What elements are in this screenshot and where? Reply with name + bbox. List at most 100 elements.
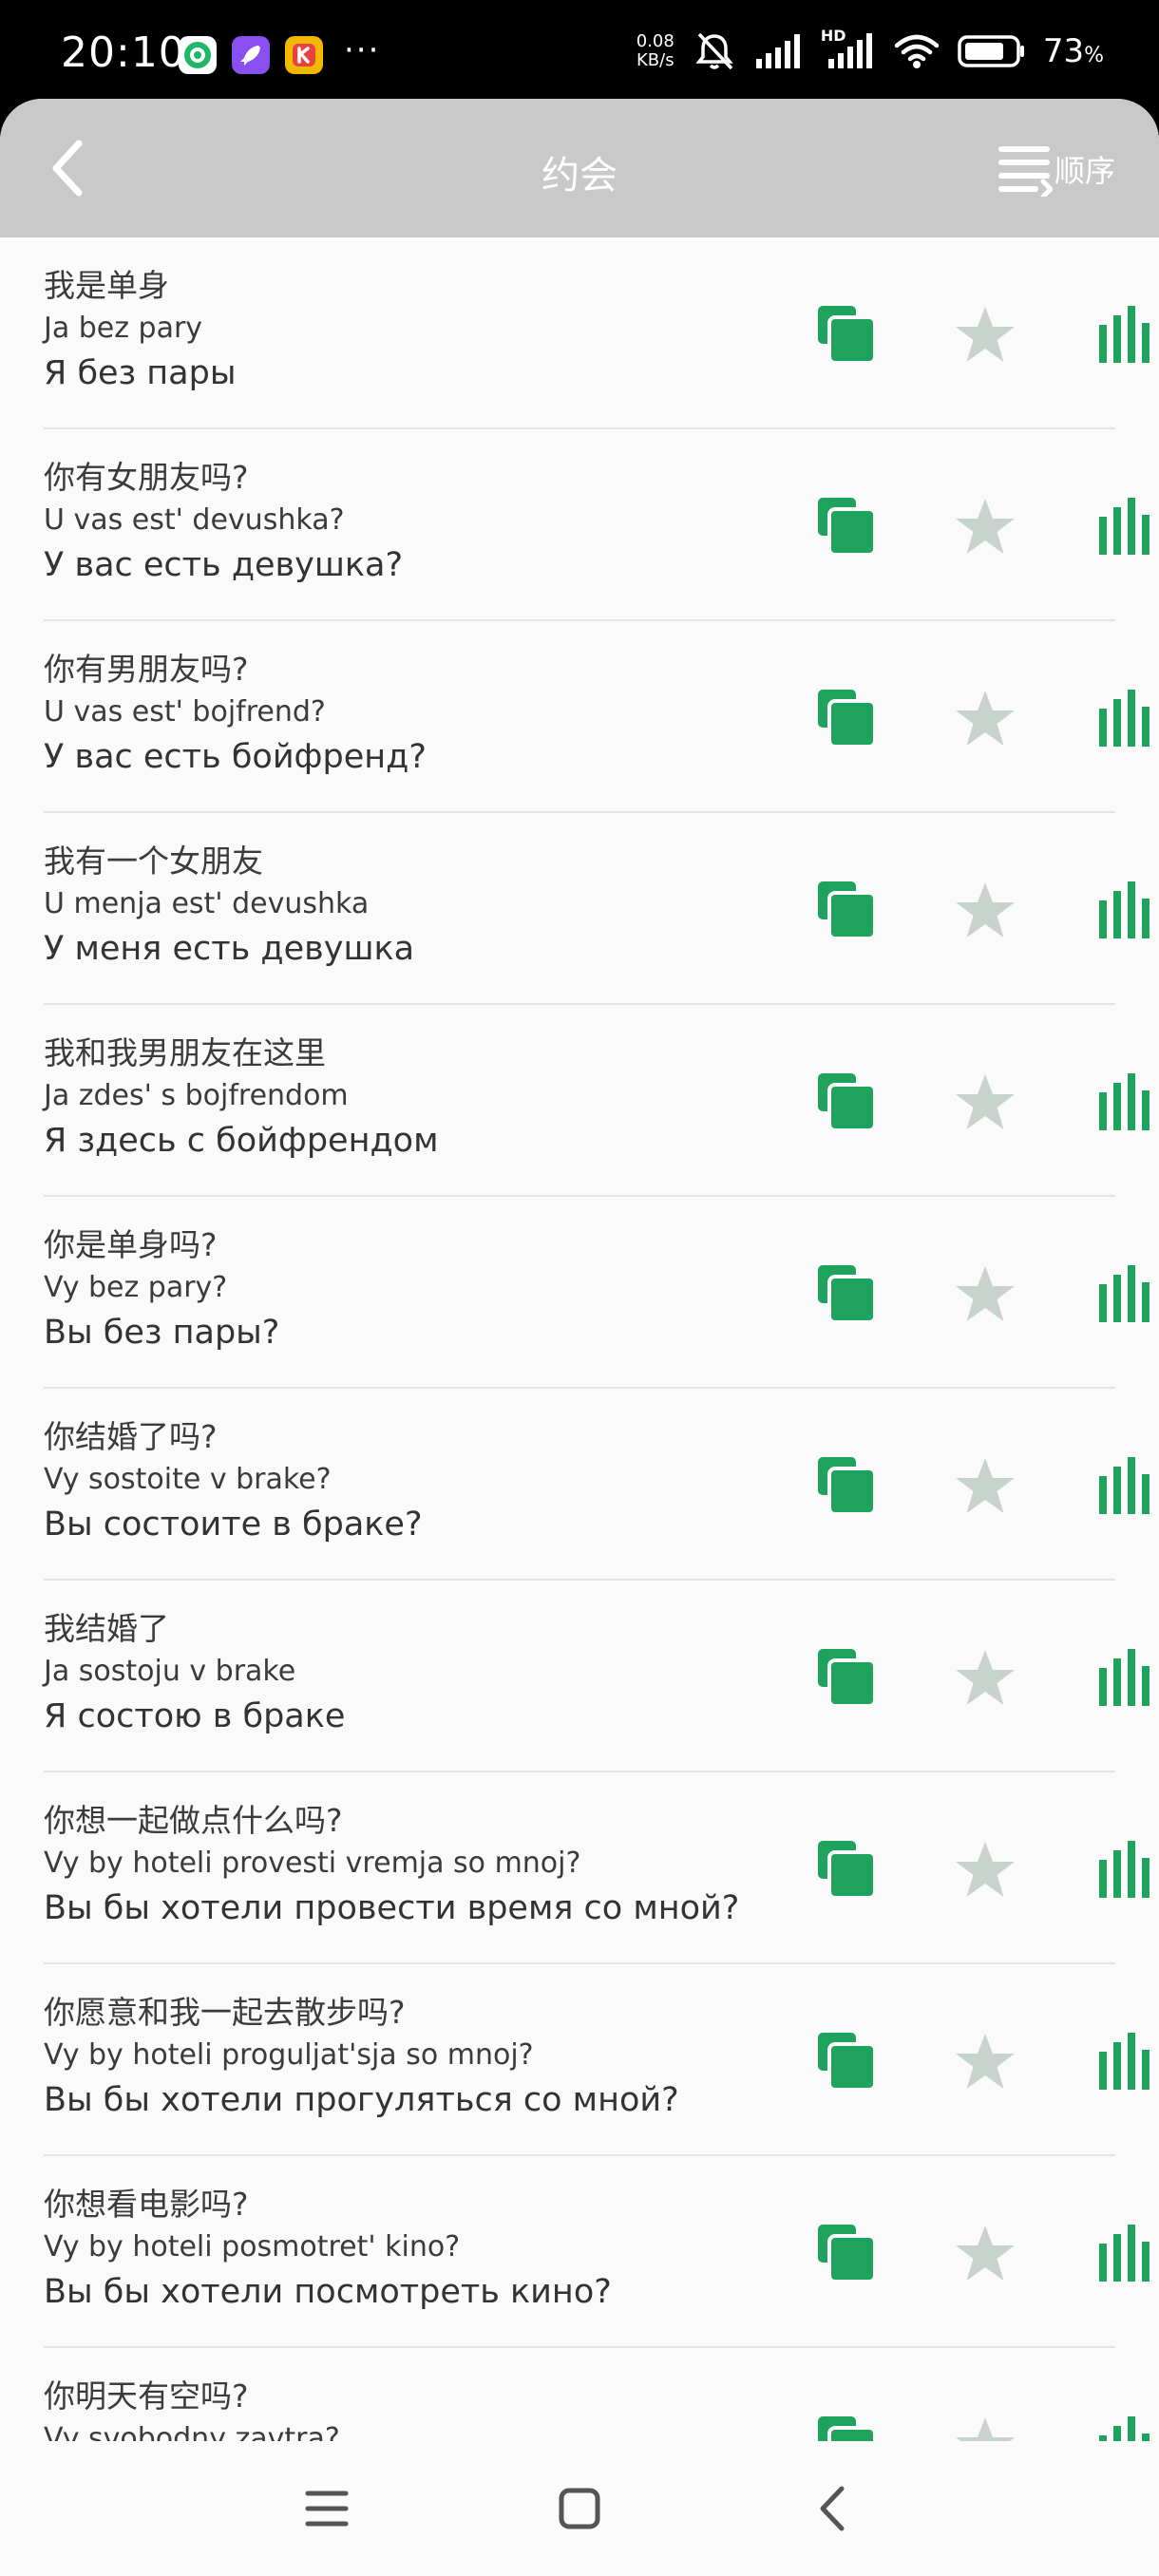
back-nav-button[interactable] — [794, 2475, 870, 2542]
phrase-row[interactable]: 我结婚了 Ja sostoju v brake Я состою в браке — [44, 1581, 1150, 1772]
phrase-transliteration: U menja est' devushka — [44, 887, 370, 920]
favorite-button[interactable] — [952, 1071, 1018, 1132]
mute-bell-icon — [695, 32, 733, 70]
back-chevron-icon — [820, 2486, 845, 2531]
copy-button[interactable] — [813, 2415, 880, 2441]
star-icon — [956, 1074, 1015, 1129]
phrase-text: 你有男朋友吗? U vas est' bojfrend? У вас есть бо… — [44, 648, 427, 781]
phrase-chinese: 你是单身吗? — [44, 1226, 218, 1263]
bar-chart-icon — [1099, 2225, 1150, 2282]
bar-chart-icon — [1099, 1649, 1150, 1706]
phrase-actions — [775, 2223, 1159, 2283]
favorite-button[interactable] — [952, 304, 1018, 365]
favorite-button[interactable] — [952, 1455, 1018, 1516]
phrase-text: 我和我男朋友在这里 Ja zdes' s bojfrendom Я здесь с … — [44, 1032, 438, 1165]
stats-button[interactable] — [1092, 1455, 1159, 1516]
stats-button[interactable] — [1092, 304, 1159, 365]
favorite-button[interactable] — [952, 2031, 1018, 2092]
app-header: 约会 顺序 — [0, 99, 1159, 237]
stats-button[interactable] — [1092, 688, 1159, 748]
phrase-row[interactable]: 我和我男朋友在这里 Ja zdes' s bojfrendom Я здесь с … — [44, 1005, 1150, 1197]
copy-button[interactable] — [813, 304, 880, 365]
home-nav-button[interactable] — [542, 2475, 618, 2542]
stats-button[interactable] — [1092, 496, 1159, 557]
stats-button[interactable] — [1092, 2415, 1159, 2441]
sort-order-button[interactable]: 顺序 — [998, 141, 1115, 198]
stats-button[interactable] — [1092, 1071, 1159, 1132]
stats-button[interactable] — [1092, 1263, 1159, 1324]
k-app-icon — [285, 36, 323, 74]
phrase-row[interactable]: 你明天有空吗? Vy svobodny zavtra? — [44, 2348, 1150, 2441]
favorite-button[interactable] — [952, 2415, 1018, 2441]
favorite-button[interactable] — [952, 1839, 1018, 1900]
phrase-row[interactable]: 我有一个女朋友 U menja est' devushka У меня есть … — [44, 813, 1150, 1005]
copy-icon — [818, 1457, 877, 1516]
sort-lines-icon — [998, 146, 1053, 197]
phrase-row[interactable]: 你有女朋友吗? U vas est' devushka? У вас есть де… — [44, 429, 1150, 621]
phrase-chinese: 你有男朋友吗? — [44, 651, 249, 688]
star-icon — [956, 1458, 1015, 1513]
phrase-actions — [775, 1647, 1159, 1708]
phrase-row[interactable]: 你结婚了吗? Vy sostoite v brake? Вы состоите в … — [44, 1389, 1150, 1581]
phrase-actions — [775, 1263, 1159, 1324]
bar-chart-icon — [1099, 690, 1150, 747]
status-right: 0.08 KB/s HD 73% — [636, 27, 1104, 72]
copy-button[interactable] — [813, 880, 880, 940]
phrase-row[interactable]: 你想一起做点什么吗? Vy by hoteli provesti vremja s… — [44, 1772, 1150, 1964]
favorite-button[interactable] — [952, 496, 1018, 557]
bar-chart-icon — [1099, 1457, 1150, 1514]
stats-button[interactable] — [1092, 880, 1159, 940]
phrase-transliteration: Vy by hoteli proguljat'sja so mnoj? — [44, 2038, 534, 2072]
phrase-text: 我是单身 Ja bez pary Я без пары — [44, 264, 236, 397]
phrase-row[interactable]: 你有男朋友吗? U vas est' bojfrend? У вас есть бо… — [44, 621, 1150, 813]
signal-1-icon — [755, 34, 800, 68]
copy-button[interactable] — [813, 1071, 880, 1132]
phrase-chinese: 我和我男朋友在这里 — [44, 1034, 326, 1071]
stats-button[interactable] — [1092, 1647, 1159, 1708]
phrase-actions — [775, 2415, 1159, 2441]
phrase-row[interactable]: 你想看电影吗? Vy by hoteli posmotret' kino? Вы б… — [44, 2156, 1150, 2348]
phrase-row[interactable]: 我是单身 Ja bez pary Я без пары — [44, 237, 1150, 429]
status-time: 20:10 — [61, 28, 186, 77]
copy-button[interactable] — [813, 2031, 880, 2092]
stats-button[interactable] — [1092, 1839, 1159, 1900]
phrase-transliteration: Vy sostoite v brake? — [44, 1463, 332, 1496]
copy-icon — [818, 2033, 877, 2092]
favorite-button[interactable] — [952, 2223, 1018, 2283]
copy-button[interactable] — [813, 1839, 880, 1900]
phrase-transliteration: Vy by hoteli provesti vremja so mnoj? — [44, 1847, 581, 1880]
bar-chart-icon — [1099, 1073, 1150, 1130]
favorite-button[interactable] — [952, 1263, 1018, 1324]
copy-button[interactable] — [813, 2223, 880, 2283]
phrase-chinese: 你有女朋友吗? — [44, 459, 249, 496]
copy-button[interactable] — [813, 1647, 880, 1708]
phrase-actions — [775, 1455, 1159, 1516]
phrase-text: 你是单身吗? Vy bez pary? Вы без пары? — [44, 1223, 279, 1356]
phrase-text: 你有女朋友吗? U vas est' devushka? У вас есть де… — [44, 456, 403, 589]
copy-button[interactable] — [813, 1455, 880, 1516]
copy-icon — [818, 306, 877, 365]
copy-button[interactable] — [813, 688, 880, 748]
copy-button[interactable] — [813, 1263, 880, 1324]
stats-button[interactable] — [1092, 2223, 1159, 2283]
phrase-chinese: 我是单身 — [44, 267, 169, 304]
phrase-row[interactable]: 你愿意和我一起去散步吗? Vy by hoteli proguljat'sja s… — [44, 1964, 1150, 2156]
favorite-button[interactable] — [952, 1647, 1018, 1708]
star-icon — [956, 2034, 1015, 2089]
phrase-chinese: 你明天有空吗? — [44, 2377, 249, 2415]
favorite-button[interactable] — [952, 880, 1018, 940]
phrase-row[interactable]: 你是单身吗? Vy bez pary? Вы без пары? — [44, 1197, 1150, 1389]
copy-button[interactable] — [813, 496, 880, 557]
phrase-russian: Вы бы хотели прогуляться со мной? — [44, 2081, 679, 2119]
menu-nav-button[interactable] — [289, 2475, 365, 2542]
phrase-chinese: 我结婚了 — [44, 1610, 169, 1647]
star-icon — [956, 2417, 1015, 2441]
phrase-russian: Я состою в браке — [44, 1697, 346, 1735]
stats-button[interactable] — [1092, 2031, 1159, 2092]
star-icon — [956, 1266, 1015, 1321]
phrase-chinese: 你结婚了吗? — [44, 1418, 218, 1455]
phrase-actions — [775, 2031, 1159, 2092]
green-app-icon — [179, 36, 217, 74]
favorite-button[interactable] — [952, 688, 1018, 748]
phrase-list: 我是单身 Ja bez pary Я без пары 你有女朋友吗? U vas es… — [0, 237, 1159, 2441]
